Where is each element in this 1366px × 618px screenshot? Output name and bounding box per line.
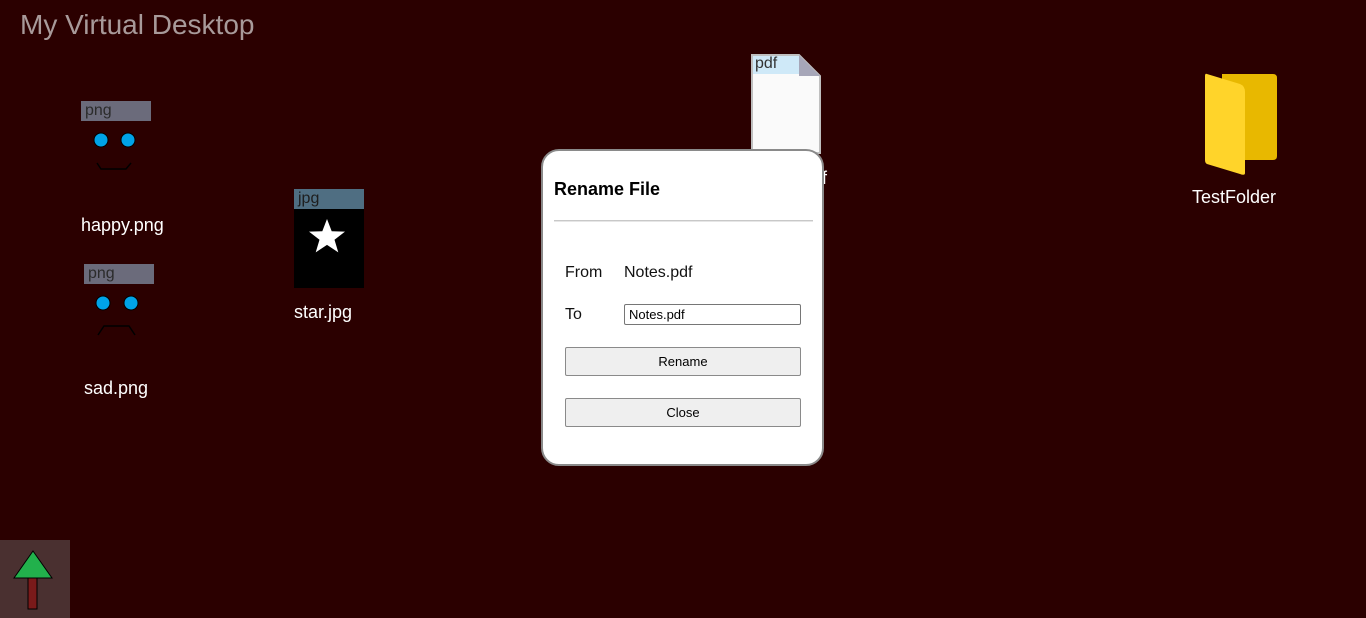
file-label: sad.png	[84, 378, 149, 398]
file-extension-tag: jpg	[294, 189, 364, 209]
from-label: From	[565, 264, 603, 281]
sad-face-icon	[95, 295, 139, 336]
to-label: To	[565, 306, 582, 323]
desktop-icon-sad-png[interactable]: png sad.png	[84, 264, 174, 399]
up-arrow-icon	[13, 550, 53, 610]
happy-face-icon	[93, 132, 136, 170]
file-extension-tag: png	[84, 264, 154, 284]
desktop-icon-star-jpg[interactable]: jpg star.jpg	[294, 189, 384, 324]
star-icon	[309, 219, 345, 253]
dialog-title: Rename File	[554, 179, 661, 199]
close-button[interactable]: Close	[565, 398, 801, 427]
pdf-document-icon: pdf	[751, 54, 821, 154]
desktop-title: My Virtual Desktop	[20, 9, 255, 40]
file-label: happy.png	[81, 215, 164, 235]
from-filename: Notes.pdf	[624, 264, 693, 281]
file-label: TestFolder	[1192, 187, 1277, 207]
png-thumbnail: png	[84, 264, 154, 339]
desktop-icon-testfolder[interactable]: TestFolder	[1192, 72, 1302, 212]
rename-button[interactable]: Rename	[565, 347, 801, 376]
file-label: star.jpg	[294, 302, 353, 322]
rename-file-dialog: Rename File From Notes.pdf To Rename Clo…	[541, 149, 824, 466]
desktop-icon-happy-png[interactable]: png happy.png	[81, 101, 171, 236]
jpg-thumbnail: jpg	[294, 189, 364, 288]
folder-icon	[1205, 73, 1277, 175]
file-extension-tag: png	[81, 101, 151, 121]
go-up-button[interactable]	[0, 540, 70, 618]
file-extension-tag: pdf	[755, 55, 778, 72]
dialog-divider	[554, 220, 813, 222]
new-filename-input[interactable]	[624, 304, 801, 325]
png-thumbnail: png	[81, 101, 151, 176]
